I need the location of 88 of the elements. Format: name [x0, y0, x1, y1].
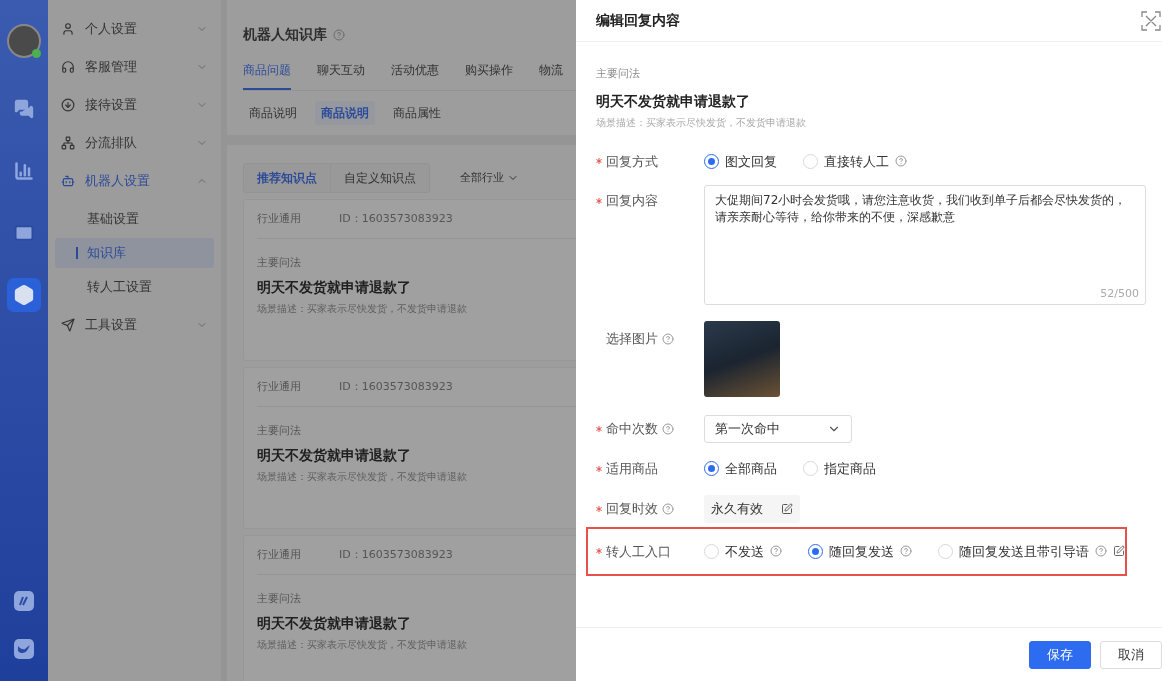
menu-item[interactable]: 个人设置 — [55, 10, 214, 48]
radio-label[interactable]: 不发送 — [725, 541, 764, 561]
segment-tab[interactable]: 推荐知识点 — [244, 164, 331, 192]
chat-icon — [14, 99, 34, 119]
knowledge-id: ID：1603573083923 — [339, 211, 453, 227]
field-label: 回复内容 — [606, 192, 658, 210]
validity-field[interactable]: 永久有效 — [704, 494, 800, 523]
radio-label[interactable]: 全部商品 — [725, 459, 777, 479]
char-count: 52/500 — [1100, 285, 1139, 302]
required-asterisk-icon — [596, 158, 602, 165]
avatar[interactable] — [7, 24, 41, 58]
network-icon — [61, 136, 75, 150]
help-icon[interactable] — [662, 423, 674, 435]
submenu-item[interactable]: 转人工设置 — [55, 272, 214, 302]
industry-tag: 行业通用 — [257, 211, 301, 228]
question-text: 明天不发货就申请退款了 — [596, 91, 751, 111]
send-icon — [61, 318, 75, 332]
photo-placeholder[interactable] — [704, 321, 780, 397]
chart-icon — [14, 161, 34, 181]
help-icon[interactable] — [1095, 545, 1107, 558]
radio-label[interactable]: 随回复发送 — [829, 541, 894, 561]
menu-item[interactable]: 接待设置 — [55, 86, 214, 124]
menu-item[interactable]: 分流排队 — [55, 124, 214, 162]
help-icon[interactable] — [333, 28, 345, 41]
scene-text: 场景描述：买家表示尽快发货，不发货申请退款 — [596, 115, 807, 130]
field-label: 适用商品 — [606, 460, 658, 478]
help-icon[interactable] — [662, 502, 674, 515]
industry-tag: 行业通用 — [257, 379, 301, 396]
tab[interactable]: 商品问题 — [243, 61, 291, 90]
help-icon[interactable] — [770, 545, 782, 558]
save-button[interactable]: 保存 — [1029, 640, 1091, 669]
industry-filter[interactable]: 全部行业 — [460, 169, 519, 187]
rail-button[interactable] — [7, 278, 41, 312]
field-label: 选择图片 — [606, 330, 658, 348]
reply-text: 大促期间72小时会发货哦，请您注意收货，我们收到单子后都会尽快发货的，请亲亲耐心等待，给你带来的不便，深感歉意 — [715, 192, 1128, 226]
hexagon-icon — [13, 284, 35, 306]
user-icon — [61, 22, 75, 36]
knowledge-id: ID：1603573083923 — [339, 547, 453, 563]
question-text: 明天不发货就申请退款了 — [257, 446, 412, 465]
tab[interactable]: 活动优惠 — [391, 61, 439, 90]
hit-count-select[interactable]: 第一次命中 — [704, 415, 852, 443]
required-asterisk-icon — [596, 548, 602, 555]
required-asterisk-icon — [596, 197, 602, 204]
required-asterisk-icon — [596, 465, 602, 472]
radio-label[interactable]: 指定商品 — [824, 459, 876, 479]
download-circle-icon — [61, 98, 75, 112]
radio-label[interactable]: 随回复发送且带引导语 — [959, 541, 1089, 561]
industry-tag: 行业通用 — [257, 547, 301, 564]
cancel-button[interactable]: 取消 — [1100, 640, 1162, 669]
knowledge-id: ID：1603573083923 — [339, 379, 453, 395]
sub-tab[interactable]: 商品说明 — [315, 101, 375, 125]
close-icon[interactable] — [1141, 10, 1161, 31]
question-text: 明天不发货就申请退款了 — [257, 614, 412, 633]
help-icon[interactable] — [662, 332, 674, 345]
app-icon — [14, 591, 34, 611]
sub-tab[interactable]: 商品说明 — [243, 101, 303, 125]
robot-icon — [61, 174, 75, 188]
tab[interactable]: 物流 — [539, 61, 563, 90]
submenu-item[interactable]: 知识库 — [55, 238, 214, 268]
edit-icon[interactable] — [781, 502, 793, 515]
question-text: 明天不发货就申请退款了 — [257, 278, 412, 297]
headset-icon — [61, 60, 75, 74]
required-asterisk-icon — [596, 426, 602, 432]
radio-label[interactable]: 直接转人工 — [824, 151, 889, 171]
field-label: 转人工入口 — [606, 542, 671, 561]
menu-item[interactable]: 工具设置 — [55, 306, 214, 344]
edit-icon[interactable] — [1113, 545, 1125, 558]
question-label: 主要问法 — [257, 422, 302, 439]
field-label: 回复方式 — [606, 152, 658, 171]
sub-tab[interactable]: 商品属性 — [387, 101, 447, 125]
tab[interactable]: 购买操作 — [465, 61, 513, 90]
reply-textarea[interactable]: 大促期间72小时会发货哦，请您注意收货，我们收到单子后都会尽快发货的，请亲亲耐心等待，给你带来的不便，深感歉意 52/500 — [704, 185, 1146, 305]
page-title: 机器人知识库 — [243, 25, 327, 44]
segment-tab[interactable]: 自定义知识点 — [331, 164, 429, 192]
submenu-item[interactable]: 基础设置 — [55, 204, 214, 234]
field-label: 命中次数 — [606, 420, 658, 439]
field-label: 回复时效 — [606, 499, 658, 518]
help-icon[interactable] — [895, 155, 907, 168]
menu-item[interactable]: 机器人设置 — [55, 162, 214, 200]
question-label: 主要问法 — [596, 66, 641, 82]
menu-item[interactable]: 客服管理 — [55, 48, 214, 86]
radio-label[interactable]: 图文回复 — [725, 151, 777, 171]
question-label: 主要问法 — [257, 590, 302, 607]
help-icon[interactable] — [900, 545, 912, 558]
drawer-title: 编辑回复内容 — [596, 11, 680, 30]
required-asterisk-icon — [596, 505, 602, 512]
tab[interactable]: 聊天互动 — [317, 61, 365, 90]
question-label: 主要问法 — [257, 254, 302, 271]
